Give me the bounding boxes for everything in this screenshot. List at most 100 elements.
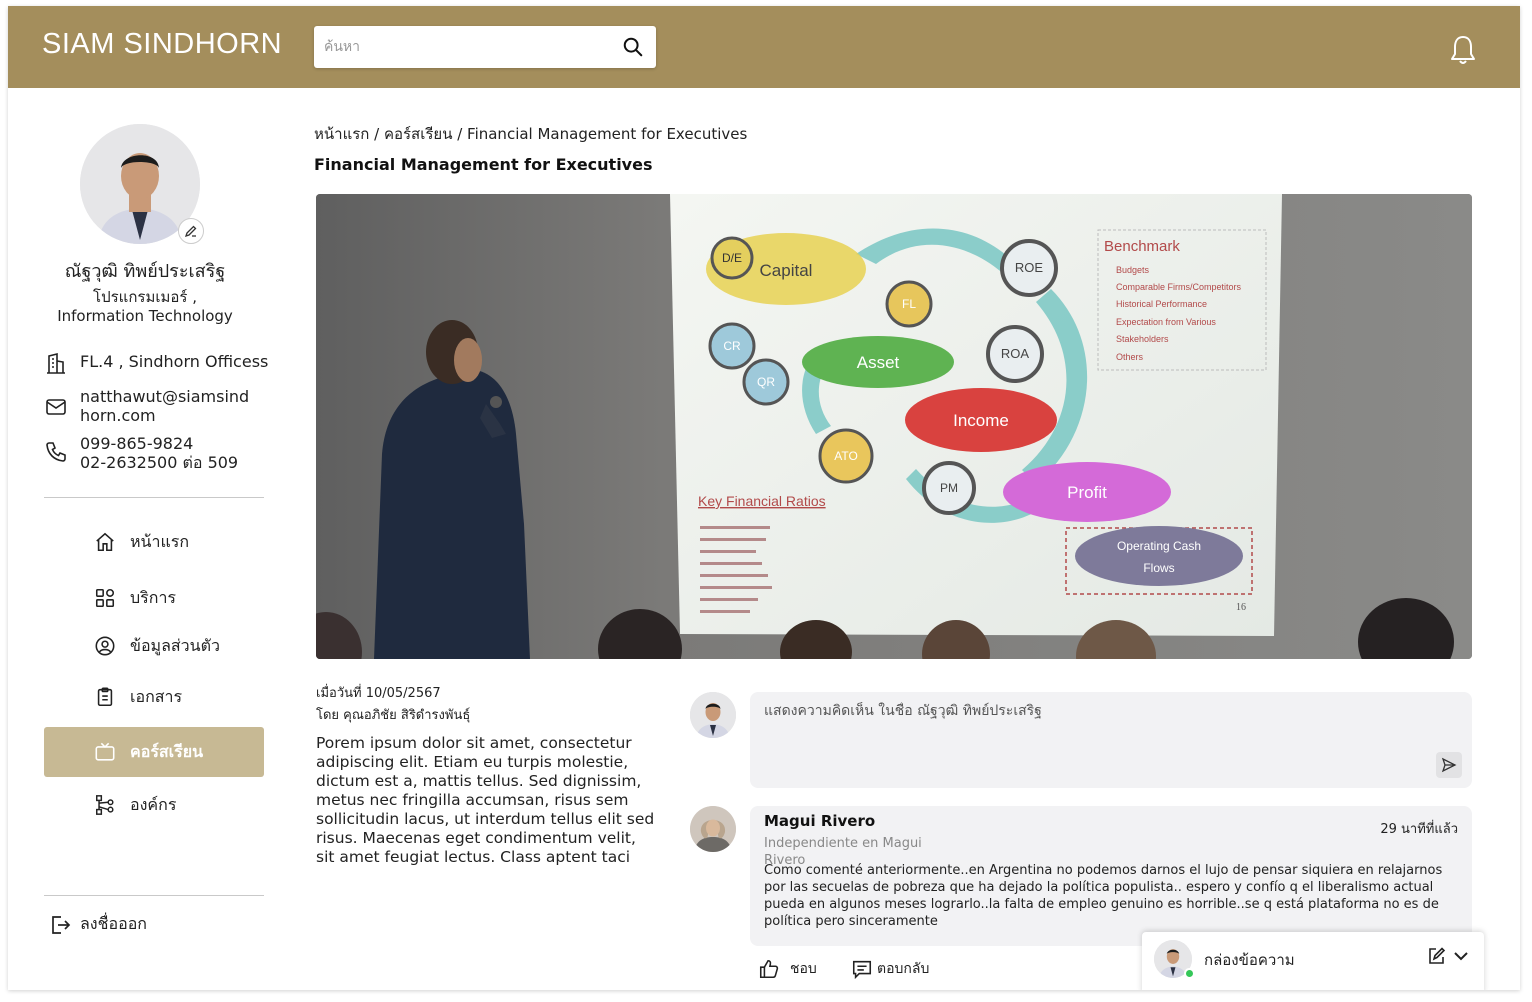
slide-benchmark-title: Benchmark: [1104, 238, 1180, 255]
chevron-down-icon[interactable]: [1452, 947, 1470, 965]
slide-node-label: CR: [723, 339, 741, 353]
slide-node-label: Income: [953, 411, 1009, 430]
reply-label: ตอบกลับ: [877, 961, 930, 977]
slide-node-label: Asset: [857, 353, 900, 372]
sidebar-item-documents[interactable]: เอกสาร: [44, 672, 264, 722]
comment-card: Magui Rivero 29 นาทีที่แล้ว Independient…: [750, 806, 1472, 946]
like-button[interactable]: ชอบ: [758, 958, 817, 980]
email-line-2[interactable]: horn.com: [80, 406, 249, 425]
sidebar-item-label: บริการ: [130, 587, 177, 607]
phone-mobile[interactable]: 099-865-9824: [80, 434, 238, 453]
slide-node-label: FL: [902, 297, 916, 311]
search-input[interactable]: [324, 26, 614, 68]
slide-node-label: ATO: [834, 449, 858, 463]
search-icon[interactable]: [622, 36, 644, 58]
presentation-photo: Capital D/E FL ROE CR QR Asset ROA Incom…: [316, 194, 1472, 659]
sidebar-item-courses[interactable]: คอร์สเรียน: [44, 727, 264, 777]
slide-node-label: ROE: [1015, 260, 1044, 275]
slide-benchmark-item: Others: [1116, 352, 1144, 362]
phone-icon: [46, 442, 66, 462]
slide-page-number: 16: [1236, 602, 1246, 613]
sidebar-item-label: คอร์สเรียน: [130, 741, 204, 761]
breadcrumb[interactable]: หน้าแรก / คอร์สเรียน / Financial Managem…: [314, 122, 747, 146]
slide-node-label: ROA: [1001, 346, 1030, 361]
clipboard-icon: [97, 687, 113, 707]
profile-role: โปรแกรมเมอร์ , Information Technology: [8, 288, 282, 326]
sidebar-item-home[interactable]: หน้าแรก: [44, 517, 264, 567]
slide-cashflow-label: Operating Cash: [1117, 539, 1201, 553]
slide-benchmark-item: Expectation from Various: [1116, 317, 1216, 327]
commenter-avatar: [690, 692, 736, 738]
slide-node-label: Profit: [1067, 483, 1107, 502]
top-header: SIAM SINDHORN: [8, 6, 1520, 88]
mail-icon: [46, 399, 66, 415]
sidebar-item-label: หน้าแรก: [130, 531, 190, 551]
location-text: FL.4 , Sindhorn Officess: [80, 352, 269, 371]
user-circle-icon: [95, 636, 115, 656]
logout-button[interactable]: ลงชื่อออก: [48, 912, 147, 937]
avatar-photo: [690, 692, 736, 738]
brand-logo[interactable]: SIAM SINDHORN: [42, 28, 282, 61]
profile-email: natthawut@siamsind horn.com: [44, 387, 249, 425]
home-icon: [96, 532, 114, 552]
slide-node-label: D/E: [722, 251, 742, 265]
sidebar-item-label: เอกสาร: [130, 686, 183, 706]
edit-profile-button[interactable]: [178, 218, 204, 244]
comment-timestamp: 29 นาทีที่แล้ว: [1380, 822, 1458, 837]
post-author: โดย คุณอภิชัย สิริดำรงพันธุ์: [316, 708, 471, 723]
sidebar-item-label: ข้อมูลส่วนตัว: [130, 635, 220, 655]
sidebar-item-services[interactable]: บริการ: [44, 573, 264, 623]
profile-avatar-wrap: [80, 124, 204, 244]
sidebar-item-label: องค์กร: [130, 794, 177, 814]
comment-author-avatar: [690, 806, 736, 852]
slide-node-label: PM: [940, 481, 958, 495]
slide-benchmark-item: Comparable Firms/Competitors: [1116, 282, 1242, 292]
avatar-photo: [690, 806, 736, 852]
page-title: Financial Management for Executives: [314, 155, 653, 174]
profile-role-position: โปรแกรมเมอร์ ,: [93, 288, 197, 306]
search-bar: [314, 26, 656, 68]
post-date: เมื่อวันที่ 10/05/2567: [316, 686, 441, 701]
comment-author-name[interactable]: Magui Rivero: [764, 812, 875, 830]
like-label: ชอบ: [790, 961, 817, 977]
email-line-1[interactable]: natthawut@siamsind: [80, 387, 249, 406]
online-status-dot: [1184, 968, 1195, 979]
chat-dock[interactable]: กล่องข้อความ: [1142, 932, 1484, 990]
send-comment-button[interactable]: [1436, 752, 1462, 778]
thumbs-up-icon: [759, 959, 779, 979]
slide-cashflow-label: Flows: [1143, 561, 1174, 575]
slide-benchmark-item: Budgets: [1116, 265, 1150, 275]
comment-composer: [750, 692, 1472, 788]
slide-node-label: QR: [757, 375, 775, 389]
profile-phone: 099-865-9824 02-2632500 ต่อ 509: [44, 434, 238, 472]
slide-benchmark-item: Stakeholders: [1116, 334, 1169, 344]
sidebar-divider-bottom: [44, 895, 264, 896]
course-hero-image: Capital D/E FL ROE CR QR Asset ROA Incom…: [316, 194, 1472, 659]
profile-name: ณัฐวุฒิ ทิพย์ประเสริฐ: [64, 261, 226, 282]
org-tree-icon: [96, 795, 114, 815]
send-icon: [1441, 757, 1457, 773]
logout-label: ลงชื่อออก: [80, 914, 147, 933]
sidebar-item-profile[interactable]: ข้อมูลส่วนตัว: [44, 621, 264, 671]
slide-benchmark-item: Historical Performance: [1116, 299, 1207, 309]
profile-location: FL.4 , Sindhorn Officess: [44, 352, 268, 376]
chat-dock-label: กล่องข้อความ: [1204, 951, 1295, 969]
chat-dock-actions: [1426, 946, 1470, 966]
profile-role-department: Information Technology: [57, 307, 233, 325]
sidebar-divider-top: [44, 497, 264, 498]
sidebar-item-organization[interactable]: องค์กร: [44, 780, 264, 830]
comment-icon: [852, 960, 872, 980]
logout-icon: [52, 915, 71, 934]
post-body: Porem ipsum dolor sit amet, consectetur …: [316, 734, 655, 866]
comment-text: Como comenté anteriormente..en Argentina…: [764, 863, 1443, 929]
reply-button[interactable]: ตอบกลับ: [851, 958, 929, 980]
grid-icon: [95, 588, 115, 608]
edit-icon: [184, 225, 197, 238]
phone-office[interactable]: 02-2632500 ต่อ 509: [80, 453, 238, 472]
comment-input[interactable]: [764, 702, 1404, 772]
building-icon: [47, 352, 65, 374]
compose-icon[interactable]: [1426, 946, 1446, 966]
bell-icon[interactable]: [1448, 34, 1478, 66]
app-frame: SIAM SINDHORN ค้นหา ณัฐวุฒิ ทิพย์ประเสริ…: [8, 6, 1520, 990]
slide-node-label: Capital: [760, 261, 813, 280]
